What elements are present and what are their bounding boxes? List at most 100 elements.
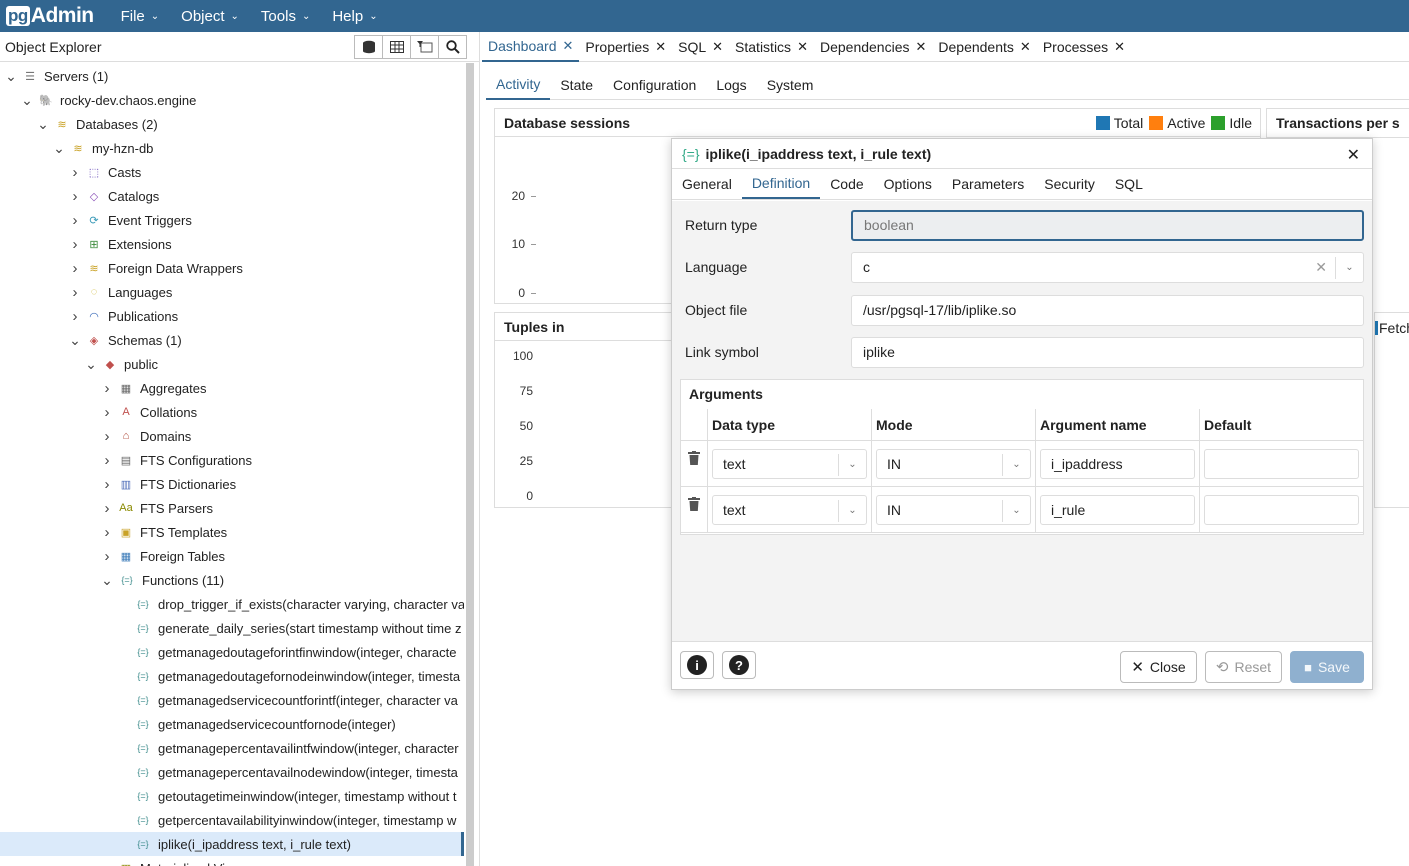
return-type-field[interactable]: boolean — [851, 209, 1364, 241]
language-select[interactable]: c ✕ ⌄ — [851, 251, 1364, 283]
tree-node[interactable]: › ▥ FTS Dictionaries — [100, 472, 237, 496]
chevron-right-icon[interactable]: › — [100, 524, 114, 541]
tree-scrollbar[interactable] — [466, 63, 474, 866]
menu-file[interactable]: File ⌄ — [121, 8, 160, 25]
menu-object[interactable]: Object ⌄ — [181, 8, 239, 25]
chevron-right-icon[interactable]: › — [68, 164, 82, 181]
chevron-right-icon[interactable]: › — [100, 404, 114, 421]
data-type-select[interactable]: text ⌄ — [712, 494, 867, 525]
scrollbar-thumb[interactable] — [466, 63, 474, 866]
legend-item-active[interactable]: Active — [1149, 115, 1205, 131]
dialog-close-icon[interactable]: ✕ — [1347, 145, 1360, 165]
tree-node[interactable]: › ⟳ Event Triggers — [68, 208, 192, 232]
search-objects-button[interactable] — [438, 34, 467, 59]
tree-node[interactable]: ⌄ {=} Functions (11) — [100, 568, 224, 592]
tree-node[interactable]: {=} getmanagedoutagefornodeinwindow(integ… — [116, 664, 460, 688]
chevron-right-icon[interactable]: › — [68, 284, 82, 301]
tab-sql[interactable]: SQL ✕ — [672, 32, 729, 62]
close-icon[interactable]: ✕ — [797, 39, 808, 55]
chevron-down-icon[interactable]: ⌄ — [20, 93, 34, 107]
tree-node[interactable]: ⌄ 🐘 rocky-dev.chaos.engine — [20, 88, 196, 112]
tree-node[interactable]: › A Collations — [100, 400, 198, 424]
tab-processes[interactable]: Processes ✕ — [1037, 32, 1131, 62]
chevron-right-icon[interactable]: › — [100, 548, 114, 565]
chevron-right-icon[interactable]: › — [68, 212, 82, 229]
subtab-state[interactable]: State — [550, 70, 603, 100]
help-button[interactable]: ? — [722, 651, 756, 679]
default-value-input[interactable] — [1204, 494, 1359, 525]
chevron-right-icon[interactable]: › — [68, 188, 82, 205]
tab-dependents[interactable]: Dependents ✕ — [932, 32, 1036, 62]
link-symbol-field[interactable]: iplike — [851, 336, 1364, 368]
tree-node[interactable]: › Aa FTS Parsers — [100, 496, 213, 520]
tree-node[interactable]: › ▣ FTS Templates — [100, 520, 228, 544]
chevron-down-icon[interactable]: ⌄ — [36, 117, 50, 131]
close-icon[interactable]: ✕ — [915, 39, 926, 55]
tree-node[interactable]: › ▤ FTS Configurations — [100, 448, 253, 472]
query-tool-button[interactable] — [354, 34, 383, 59]
mode-select[interactable]: IN ⌄ — [876, 448, 1031, 479]
tree-node[interactable]: {=} iplike(i_ipaddress text, i_rule text) — [0, 832, 464, 856]
chevron-right-icon[interactable]: › — [100, 500, 114, 517]
legend-item-idle[interactable]: Idle — [1211, 115, 1252, 131]
tree-node[interactable]: {=} getmanagedoutageforintfinwindow(integ… — [116, 640, 456, 664]
tree-node[interactable]: › ◌ Languages — [68, 280, 173, 304]
close-icon[interactable]: ✕ — [563, 38, 574, 54]
tree-node[interactable]: › ⬚ Casts — [68, 160, 142, 184]
subtab-system[interactable]: System — [757, 70, 824, 100]
chevron-down-icon[interactable]: ⌄ — [838, 499, 866, 522]
chevron-down-icon[interactable]: ⌄ — [4, 69, 18, 83]
tab-dependencies[interactable]: Dependencies ✕ — [814, 32, 932, 62]
subtab-configuration[interactable]: Configuration — [603, 70, 706, 100]
chevron-down-icon[interactable]: ⌄ — [52, 141, 66, 155]
chevron-right-icon[interactable]: › — [100, 428, 114, 445]
subtab-activity[interactable]: Activity — [486, 70, 551, 100]
tree-node[interactable]: › ⌂ Domains — [100, 424, 192, 448]
tree-node[interactable]: {=} getpercentavailabilityinwindow(intege… — [116, 808, 456, 832]
menu-tools[interactable]: Tools ⌄ — [261, 8, 310, 25]
delete-row-button[interactable] — [681, 441, 708, 486]
tree-node[interactable]: {=} generate_daily_series(start timestamp… — [116, 616, 461, 640]
dialog-tab-parameters[interactable]: Parameters — [942, 169, 1034, 199]
delete-row-button[interactable] — [681, 487, 708, 532]
chevron-down-icon[interactable]: ⌄ — [1002, 453, 1030, 476]
chevron-right-icon[interactable]: › — [100, 380, 114, 397]
argument-name-input[interactable]: i_ipaddress — [1040, 448, 1195, 479]
close-button[interactable]: ✕ Close — [1120, 651, 1197, 683]
dialog-tab-code[interactable]: Code — [820, 169, 873, 199]
chevron-right-icon[interactable]: › — [68, 308, 82, 325]
tree-node[interactable]: ⌄ ◆ public — [84, 352, 158, 376]
tree-node[interactable]: › ≋ Foreign Data Wrappers — [68, 256, 243, 280]
tree-node[interactable]: › ◇ Catalogs — [68, 184, 160, 208]
tree-node[interactable]: › ⊞ Extensions — [68, 232, 172, 256]
chevron-down-icon[interactable]: ⌄ — [68, 333, 82, 347]
dialog-tab-general[interactable]: General — [672, 169, 742, 199]
chevron-right-icon[interactable]: › — [100, 860, 114, 866]
tree-node[interactable]: {=} getmanagepercentavailintfwindow(integ… — [116, 736, 458, 760]
chevron-down-icon[interactable]: ⌄ — [838, 453, 866, 476]
close-icon[interactable]: ✕ — [655, 39, 666, 55]
tree-node[interactable]: {=} getmanagedservicecountforintf(integer… — [116, 688, 458, 712]
tree-node[interactable]: ⌄ ≋ Databases (2) — [36, 112, 158, 136]
view-data-button[interactable] — [382, 34, 411, 59]
chevron-down-icon[interactable]: ⌄ — [1335, 256, 1363, 279]
chevron-down-icon[interactable]: ⌄ — [84, 357, 98, 371]
default-value-input[interactable] — [1204, 448, 1359, 479]
save-button[interactable]: ■ Save — [1290, 651, 1364, 683]
tree-node[interactable]: {=} getmanagepercentavailnodewindow(integ… — [116, 760, 458, 784]
tree-node[interactable]: {=} getoutagetimeinwindow(integer, timest… — [116, 784, 456, 808]
tree-node[interactable]: {=} getmanagedservicecountfornode(integer… — [116, 712, 395, 736]
tree-node[interactable]: ⌄ ☰ Servers (1) — [4, 64, 108, 88]
tab-statistics[interactable]: Statistics ✕ — [729, 32, 814, 62]
chevron-down-icon[interactable]: ⌄ — [1002, 499, 1030, 522]
tree-node[interactable]: › ◠ Publications — [68, 304, 179, 328]
chevron-right-icon[interactable]: › — [100, 452, 114, 469]
tree-node[interactable]: › ▦ Materialized Views — [100, 856, 249, 866]
chevron-right-icon[interactable]: › — [68, 260, 82, 277]
tree-node[interactable]: › ▦ Aggregates — [100, 376, 207, 400]
tab-dashboard[interactable]: Dashboard ✕ — [482, 32, 580, 62]
mode-select[interactable]: IN ⌄ — [876, 494, 1031, 525]
tree-node[interactable]: ⌄ ◈ Schemas (1) — [68, 328, 182, 352]
tree-node[interactable]: {=} drop_trigger_if_exists(character vary… — [116, 592, 464, 616]
chevron-right-icon[interactable]: › — [68, 236, 82, 253]
